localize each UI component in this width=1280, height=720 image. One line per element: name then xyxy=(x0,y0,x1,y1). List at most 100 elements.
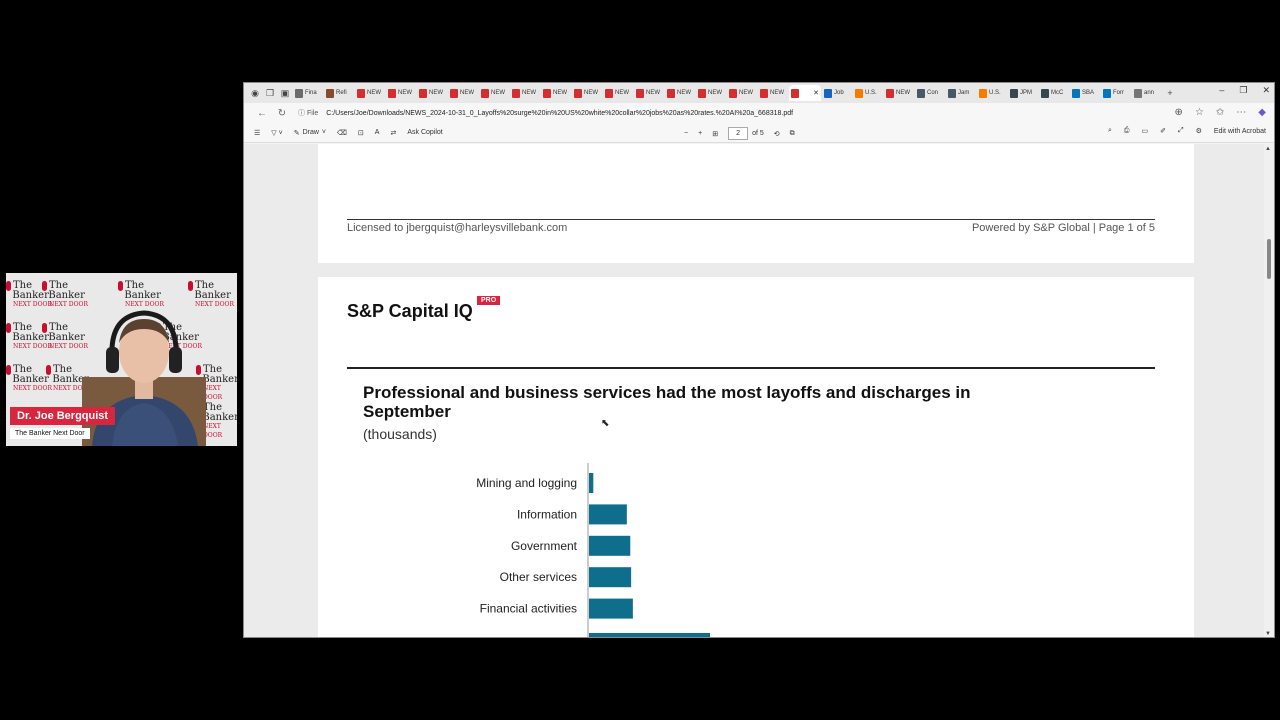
tab-label: Job xyxy=(834,90,844,96)
scroll-up-icon[interactable]: ▲ xyxy=(1265,146,1271,152)
browser-tab[interactable]: NEW xyxy=(603,85,633,101)
browser-tab[interactable]: McC xyxy=(1039,85,1069,101)
browser-tab[interactable]: SBA xyxy=(1070,85,1100,101)
maximize-icon[interactable]: ❐ xyxy=(1239,85,1247,96)
back-icon[interactable]: ← xyxy=(252,108,272,119)
tab-label: NEW xyxy=(491,90,505,96)
browser-tab[interactable]: JPM xyxy=(1008,85,1038,101)
address-bar: ← ↻ ⓘ File C:/Users/Joe/Downloads/NEWS_2… xyxy=(244,103,1274,123)
new-tab-icon[interactable]: + xyxy=(1163,86,1177,100)
favorite-star-icon[interactable]: ☆ xyxy=(1195,107,1204,118)
save-as-icon[interactable]: ✐ xyxy=(1160,127,1166,135)
zoom-in-icon[interactable]: + xyxy=(698,130,702,137)
tab-favicon-icon xyxy=(824,88,832,98)
tab-label: Forr xyxy=(1113,90,1124,96)
chart-subtitle: (thousands) xyxy=(363,426,437,442)
browser-tab[interactable]: NEW xyxy=(634,85,664,101)
browser-tab[interactable]: NEW xyxy=(884,85,914,101)
tab-label: Refi xyxy=(336,90,347,96)
settings-gear-icon[interactable]: ⚙ xyxy=(1196,127,1202,135)
browser-tab[interactable]: U.S. xyxy=(853,85,883,101)
category-label: Government xyxy=(511,539,578,553)
presenter-video xyxy=(82,310,206,446)
bar-chart: Mining and logging Information Government O… xyxy=(476,463,710,637)
browser-tab[interactable]: NEW xyxy=(479,85,509,101)
browser-tab[interactable]: NEW xyxy=(572,85,602,101)
translate-icon[interactable]: ⇄ xyxy=(390,129,396,137)
tab-actions-icon[interactable]: ▣ xyxy=(278,86,292,100)
scrollbar-thumb[interactable] xyxy=(1267,239,1271,279)
collections-icon[interactable]: ❐ xyxy=(263,86,277,100)
ask-copilot-button[interactable]: Ask Copilot xyxy=(407,129,442,136)
fit-page-icon[interactable]: ⊞ xyxy=(712,130,718,138)
favorites-icon[interactable]: ✩ xyxy=(1216,107,1224,118)
page-view-icon[interactable]: ⧉ xyxy=(790,130,795,138)
tab-label: NEW xyxy=(739,90,753,96)
browser-tab[interactable]: ann xyxy=(1132,85,1162,101)
mouse-cursor: ⬉ xyxy=(601,418,610,429)
tab-favicon-icon xyxy=(1103,88,1111,98)
browser-tab[interactable]: Con xyxy=(915,85,945,101)
browser-tab[interactable]: ✕ xyxy=(789,85,821,101)
browser-tab[interactable]: Forr xyxy=(1101,85,1131,101)
rotate-icon[interactable]: ⟲ xyxy=(774,130,780,138)
browser-tab[interactable]: Fina xyxy=(293,85,323,101)
close-tab-icon[interactable]: ✕ xyxy=(813,89,819,97)
tab-label: McC xyxy=(1051,90,1064,96)
tab-favicon-icon xyxy=(543,88,551,98)
browser-tab[interactable]: Jam xyxy=(946,85,976,101)
more-icon[interactable]: ⋯ xyxy=(1236,107,1246,118)
url-field[interactable]: C:/Users/Joe/Downloads/NEWS_2024-10-31_0… xyxy=(326,110,793,117)
pdf-actions: ⌕ ⎙ ▭ ✐ ⤢ ⚙ Edit with Acrobat xyxy=(1108,127,1266,135)
tab-favicon-icon xyxy=(979,88,987,98)
scroll-down-icon[interactable]: ▼ xyxy=(1265,631,1271,637)
close-window-icon[interactable]: ✕ xyxy=(1262,85,1270,96)
tab-label: NEW xyxy=(677,90,691,96)
contents-icon[interactable]: ☰ xyxy=(254,129,260,137)
pdf-toolbar: ☰ ▽ ˅ ✎ Draw ˅ ⌫ ⊡ A ⇄ Ask Copilot − + ⊞… xyxy=(244,123,1274,143)
browser-tab[interactable]: NEW xyxy=(355,85,385,101)
profile-icon[interactable]: ◉ xyxy=(248,86,262,100)
tab-label: JPM xyxy=(1020,90,1032,96)
highlight-icon[interactable]: ▽ ˅ xyxy=(271,129,282,137)
search-icon[interactable]: ⌕ xyxy=(1108,127,1112,135)
browser-tab[interactable]: NEW xyxy=(510,85,540,101)
pdf-page-1: Licensed to jbergquist@harleysvillebank.… xyxy=(318,144,1194,263)
browser-tab[interactable]: NEW xyxy=(727,85,757,101)
browser-tab[interactable]: NEW xyxy=(758,85,788,101)
bar xyxy=(589,567,632,588)
browser-tab[interactable]: NEW xyxy=(541,85,571,101)
print-icon[interactable]: ⎙ xyxy=(1124,127,1130,135)
draw-button[interactable]: ✎ Draw ˅ xyxy=(294,129,326,137)
browser-tab[interactable]: Job xyxy=(822,85,852,101)
file-chip[interactable]: ⓘ File xyxy=(298,108,318,118)
zoom-out-icon[interactable]: − xyxy=(684,130,688,137)
bar xyxy=(589,473,594,493)
fullscreen-icon[interactable]: ⤢ xyxy=(1178,127,1184,135)
read-aloud-icon[interactable]: A xyxy=(375,129,380,136)
browser-tab[interactable]: NEW xyxy=(417,85,447,101)
tab-favicon-icon xyxy=(791,88,799,98)
page-number-input[interactable]: 2 xyxy=(728,127,749,140)
window-controls: – ❐ ✕ xyxy=(1219,85,1270,96)
edit-with-acrobat-button[interactable]: Edit with Acrobat xyxy=(1214,128,1266,135)
browser-tab[interactable]: NEW xyxy=(696,85,726,101)
browser-tab[interactable]: NEW xyxy=(665,85,695,101)
category-label: Financial activities xyxy=(480,602,577,616)
tab-label: Fina xyxy=(305,90,317,96)
tab-label: SBA xyxy=(1082,90,1095,96)
zoom-icon[interactable]: ⊕ xyxy=(1175,107,1183,118)
browser-tab[interactable]: NEW xyxy=(386,85,416,101)
erase-icon[interactable]: ⌫ xyxy=(337,129,347,137)
browser-tab[interactable]: NEW xyxy=(448,85,478,101)
text-box-icon[interactable]: ⊡ xyxy=(358,129,364,137)
tab-label: Con xyxy=(927,90,939,96)
browser-tab[interactable]: U.S. xyxy=(977,85,1007,101)
refresh-icon[interactable]: ↻ xyxy=(272,108,292,119)
minimize-icon[interactable]: – xyxy=(1219,85,1224,96)
browser-tab[interactable]: Refi xyxy=(324,85,354,101)
save-icon[interactable]: ▭ xyxy=(1141,127,1148,135)
tab-strip: Fina Refi NEW NEW NEW NEW NEW NEW NEW NEW NEW NEW NE… xyxy=(293,85,1162,101)
scrollbar[interactable]: ▲ ▼ xyxy=(1264,144,1274,637)
copilot-icon[interactable]: ◆ xyxy=(1258,107,1266,118)
